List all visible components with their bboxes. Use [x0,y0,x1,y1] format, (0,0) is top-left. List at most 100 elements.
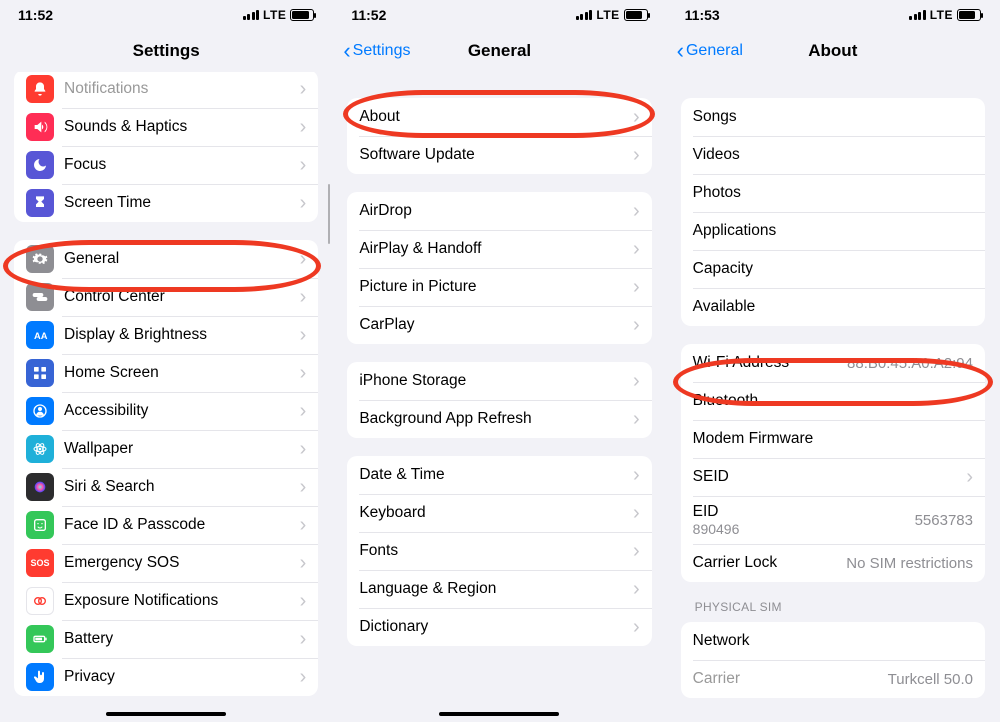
list-item[interactable]: Photos [681,174,985,212]
list-item[interactable]: Wallpaper› [14,430,318,468]
list-item[interactable]: Keyboard› [347,494,651,532]
back-label: Settings [353,42,411,60]
network-label: LTE [263,8,286,22]
exposure-icon [26,587,54,615]
item-label: Dictionary [359,618,627,636]
chevron-right-icon: › [300,362,307,385]
battery-icon [290,9,314,21]
chevron-left-icon: ‹ [343,40,350,62]
item-label: Display & Brightness [64,326,294,344]
svg-text:AA: AA [34,331,48,341]
item-label: CarPlay [359,316,627,334]
chevron-right-icon: › [633,464,640,487]
switches-icon [26,283,54,311]
chevron-right-icon: › [633,314,640,337]
chevron-right-icon: › [300,116,307,139]
status-time: 11:52 [351,7,386,23]
item-label: Songs [693,108,973,126]
scroll-area[interactable]: Songs Videos Photos ApplicationsCapacity Ava… [667,72,999,722]
nav-bar: ‹ General About [667,30,999,72]
item-label: Wi-Fi Address [693,354,847,372]
back-button[interactable]: ‹ General [677,40,743,62]
list-item[interactable]: Songs [681,98,985,136]
list-item[interactable]: SEID› [681,458,985,496]
list-item[interactable]: Language & Region› [347,570,651,608]
list-item[interactable]: Date & Time› [347,456,651,494]
list-item[interactable]: Focus› [14,146,318,184]
page-title: Settings [133,41,200,61]
item-label: Photos [693,184,973,202]
battery-icon [624,9,648,21]
list-item[interactable]: Background App Refresh› [347,400,651,438]
chevron-right-icon: › [300,590,307,613]
chevron-right-icon: › [633,408,640,431]
item-label: EID [693,503,915,521]
list-item[interactable]: EID8904965563783 [681,496,985,544]
list-item[interactable]: Screen Time› [14,184,318,222]
item-label: Carrier [693,670,888,688]
list-item[interactable]: General› [14,240,318,278]
list-item[interactable]: AA Display & Brightness › [14,316,318,354]
list-item[interactable]: Face ID & Passcode› [14,506,318,544]
chevron-right-icon: › [300,400,307,423]
chevron-right-icon: › [633,616,640,639]
scroll-area[interactable]: About›Software Update› AirDrop›AirPlay &… [333,72,665,722]
chevron-right-icon: › [633,502,640,525]
list-item[interactable]: Home Screen› [14,354,318,392]
list-item[interactable]: CarrierTurkcell 50.0 [681,660,985,698]
status-bar: 11:52 LTE [333,0,665,30]
hourglass-icon [26,189,54,217]
list-item[interactable]: Applications [681,212,985,250]
list-item[interactable]: AirDrop› [347,192,651,230]
battery-icon [957,9,981,21]
list-item[interactable]: Accessibility › [14,392,318,430]
item-label: Videos [693,146,973,164]
list-item[interactable]: iPhone Storage› [347,362,651,400]
chevron-right-icon: › [300,514,307,537]
list-item[interactable]: Available [681,288,985,326]
item-label: Accessibility [64,402,294,420]
list-item[interactable]: Picture in Picture› [347,268,651,306]
list-item[interactable]: CarPlay › [347,306,651,344]
item-label: Available [693,298,973,316]
face-icon [26,511,54,539]
item-label: Siri & Search [64,478,294,496]
chevron-right-icon: › [633,106,640,129]
list-item[interactable]: AirPlay & Handoff› [347,230,651,268]
list-item[interactable]: Exposure Notifications› [14,582,318,620]
list-item[interactable]: SOSEmergency SOS› [14,544,318,582]
list-item[interactable]: About› [347,98,651,136]
back-button[interactable]: ‹ Settings [343,40,410,62]
list-item[interactable]: Modem Firmware [681,420,985,458]
chevron-right-icon: › [633,370,640,393]
nav-bar: ‹ Settings General [333,30,665,72]
list-item[interactable]: Network [681,622,985,660]
list-item[interactable]: Privacy› [14,658,318,696]
item-label: Emergency SOS [64,554,294,572]
signal-icon [243,10,260,20]
list-item[interactable]: Sounds & Haptics› [14,108,318,146]
list-item[interactable]: Videos [681,136,985,174]
list-item[interactable]: Siri & Search › [14,468,318,506]
list-item[interactable]: Software Update› [347,136,651,174]
list-item[interactable]: Carrier LockNo SIM restrictions [681,544,985,582]
chevron-right-icon: › [300,324,307,347]
list-item[interactable]: Battery› [14,620,318,658]
list-item[interactable]: Dictionary › [347,608,651,646]
network-label: LTE [930,8,953,22]
scroll-area[interactable]: Notifications›Sounds & Haptics›Focus›Scr… [0,72,332,722]
list-item[interactable]: Fonts› [347,532,651,570]
chevron-right-icon: › [300,192,307,215]
chevron-right-icon: › [300,476,307,499]
page-title: About [808,41,857,61]
nav-bar: Settings [0,30,332,72]
item-label: AirPlay & Handoff [359,240,627,258]
list-item[interactable]: Capacity [681,250,985,288]
chevron-right-icon: › [633,200,640,223]
list-item[interactable]: Wi-Fi Address88:B0:45:A0:A2:94 [681,344,985,382]
item-value: 88:B0:45:A0:A2:94 [847,355,973,372]
chevron-right-icon: › [300,628,307,651]
list-item[interactable]: Control Center› [14,278,318,316]
list-item[interactable]: Notifications› [14,72,318,108]
list-item[interactable]: Bluetooth [681,382,985,420]
